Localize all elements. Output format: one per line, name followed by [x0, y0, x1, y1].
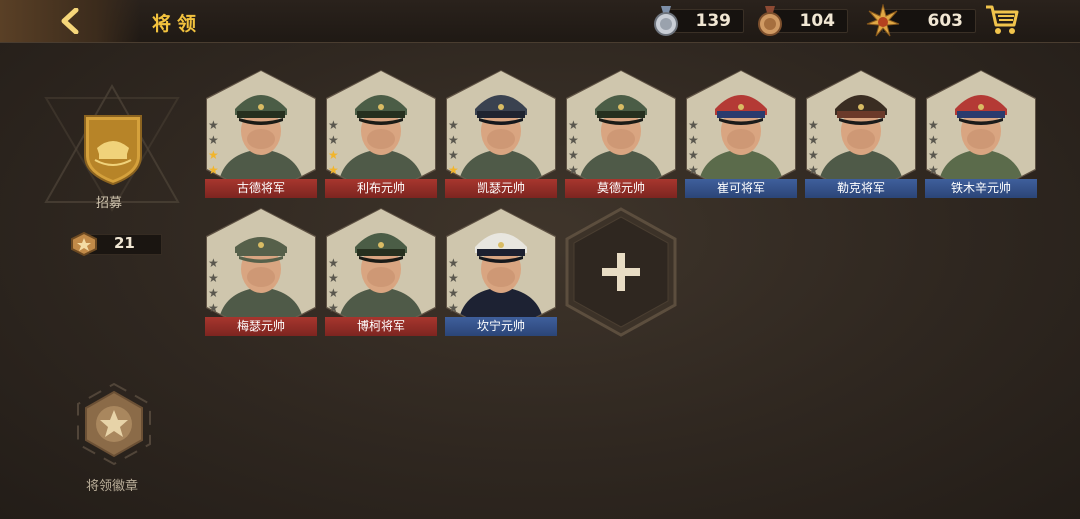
- star-icon: ★: [448, 286, 459, 300]
- star-icon: ★: [448, 148, 459, 162]
- star-icon: ★: [328, 163, 339, 177]
- star-icon: ★: [208, 133, 219, 147]
- star-rating: ★ ★ ★ ★: [208, 257, 222, 317]
- star-icon: ★: [688, 163, 699, 177]
- recruit-ticket-counter: 21: [70, 232, 162, 256]
- silver-medal-icon: [654, 6, 678, 36]
- general-card[interactable]: ★ ★ ★ ★ 利布元帅: [325, 69, 437, 199]
- recruit-label: 招募: [96, 196, 123, 211]
- officer-cap-shield-icon: [84, 115, 142, 186]
- star-icon: ★: [568, 118, 579, 132]
- general-card[interactable]: ★ ★ ★ ★ 铁木辛元帅: [925, 69, 1037, 199]
- star-rating: ★ ★ ★ ★: [208, 119, 222, 179]
- star-icon: ★: [208, 163, 219, 177]
- star-icon: ★: [328, 148, 339, 162]
- star-icon: ★: [928, 148, 939, 162]
- general-name: 铁木辛元帅: [925, 179, 1037, 198]
- star-icon: ★: [328, 256, 339, 270]
- general-card[interactable]: ★ ★ ★ ★ 博柯将军: [325, 207, 437, 337]
- general-card[interactable]: ★ ★ ★ ★ 莫德元帅: [565, 69, 677, 199]
- add-general-button[interactable]: [565, 207, 677, 337]
- star-icon: ★: [328, 271, 339, 285]
- general-name: 梅瑟元帅: [205, 317, 317, 336]
- page-title: 将领: [152, 13, 203, 35]
- silver-medal-value: 139: [695, 11, 732, 31]
- star-icon: ★: [568, 133, 579, 147]
- star-icon: ★: [208, 256, 219, 270]
- star-icon: ★: [688, 118, 699, 132]
- star-icon: ★: [328, 286, 339, 300]
- star-icon: ★: [448, 118, 459, 132]
- general-badge-button[interactable]: [72, 382, 156, 466]
- general-card[interactable]: ★ ★ ★ ★ 崔可将军: [685, 69, 797, 199]
- star-rating: ★ ★ ★ ★: [808, 119, 822, 179]
- gold-sunburst-icon: [866, 4, 900, 37]
- general-name: 博柯将军: [325, 317, 437, 336]
- star-icon: ★: [688, 133, 699, 147]
- star-icon: ★: [208, 286, 219, 300]
- star-rating: ★ ★ ★ ★: [448, 119, 462, 179]
- bronze-medal-value: 104: [799, 11, 836, 31]
- star-icon: ★: [208, 148, 219, 162]
- star-icon: ★: [928, 133, 939, 147]
- bronze-medal-icon: [758, 6, 782, 36]
- general-name: 利布元帅: [325, 179, 437, 198]
- recruit-button[interactable]: [83, 114, 143, 186]
- star-icon: ★: [808, 148, 819, 162]
- star-icon: ★: [208, 271, 219, 285]
- general-name: 勒克将军: [805, 179, 917, 198]
- recruit-ticket-icon: [71, 232, 97, 256]
- star-rating: ★ ★ ★ ★: [448, 257, 462, 317]
- general-card[interactable]: ★ ★ ★ ★ 坎宁元帅: [445, 207, 557, 337]
- back-button[interactable]: [0, 0, 140, 42]
- star-icon: ★: [328, 118, 339, 132]
- star-icon: ★: [928, 118, 939, 132]
- top-bar: 将领 139 104 603: [0, 0, 1080, 43]
- star-rating: ★ ★ ★ ★: [688, 119, 702, 179]
- star-icon: ★: [448, 301, 459, 315]
- general-card[interactable]: ★ ★ ★ ★ 梅瑟元帅: [205, 207, 317, 337]
- star-icon: ★: [448, 163, 459, 177]
- star-icon: ★: [568, 148, 579, 162]
- star-icon: ★: [208, 118, 219, 132]
- general-name: 凯瑟元帅: [445, 179, 557, 198]
- star-rating: ★ ★ ★ ★: [568, 119, 582, 179]
- general-name: 崔可将军: [685, 179, 797, 198]
- star-icon: ★: [208, 301, 219, 315]
- star-icon: ★: [448, 271, 459, 285]
- star-icon: ★: [448, 256, 459, 270]
- star-icon: ★: [808, 118, 819, 132]
- shop-cart-icon[interactable]: [985, 4, 1019, 36]
- general-card[interactable]: ★ ★ ★ ★ 勒克将军: [805, 69, 917, 199]
- general-card[interactable]: ★ ★ ★ ★ 凯瑟元帅: [445, 69, 557, 199]
- star-icon: ★: [688, 148, 699, 162]
- star-icon: ★: [328, 301, 339, 315]
- back-arrow-icon: [61, 8, 79, 34]
- star-icon: ★: [328, 133, 339, 147]
- star-icon: ★: [568, 163, 579, 177]
- star-icon: ★: [448, 133, 459, 147]
- general-card[interactable]: ★ ★ ★ ★ 古德将军: [205, 69, 317, 199]
- general-name: 坎宁元帅: [445, 317, 557, 336]
- general-name: 古德将军: [205, 179, 317, 198]
- star-icon: ★: [928, 163, 939, 177]
- general-badge-label: 将领徽章: [86, 479, 139, 494]
- general-name: 莫德元帅: [565, 179, 677, 198]
- recruit-ticket-count: 21: [114, 234, 135, 252]
- star-rating: ★ ★ ★ ★: [928, 119, 942, 179]
- star-rating: ★ ★ ★ ★: [328, 119, 342, 179]
- gold-badge-value: 603: [927, 11, 964, 31]
- star-icon: ★: [808, 133, 819, 147]
- star-icon: ★: [808, 163, 819, 177]
- star-rating: ★ ★ ★ ★: [328, 257, 342, 317]
